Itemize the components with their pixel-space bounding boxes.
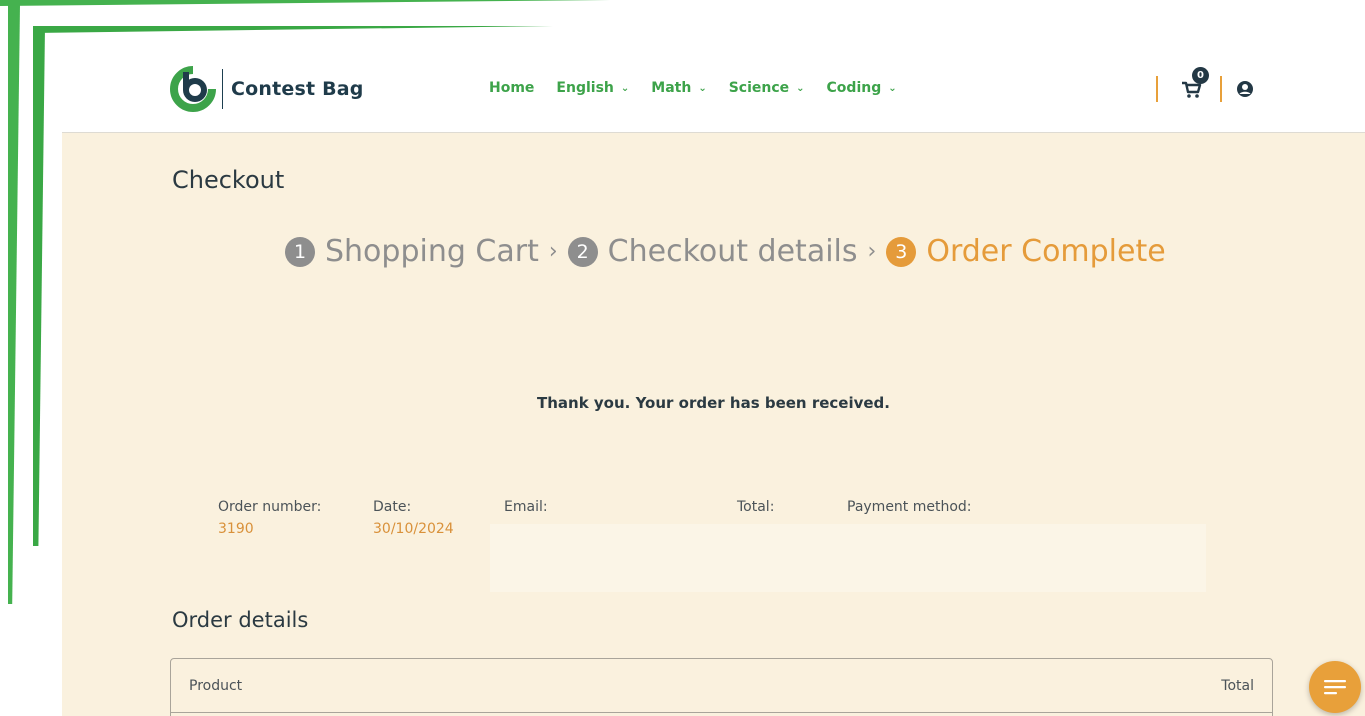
frame-stroke-left-inner: [33, 26, 45, 546]
frame-stroke-top-outer: [0, 0, 610, 6]
thank-you-message: Thank you. Your order has been received.: [536, 394, 890, 412]
logo-separator: [222, 69, 223, 109]
chevron-down-icon: ⌄: [796, 82, 805, 94]
order-total-label: Total:: [737, 499, 775, 515]
checkout-steps: 1 Shopping Cart › 2 Checkout details › 3…: [285, 234, 1166, 269]
logo-mark-icon: [170, 66, 216, 112]
order-details-title: Order details: [172, 608, 309, 632]
step-separator-icon: ›: [867, 239, 877, 264]
step-separator-icon: ›: [548, 239, 558, 264]
main-nav: Home English ⌄ Math ⌄ Science ⌄ Coding ⌄: [489, 80, 919, 96]
column-header-product: Product: [189, 677, 243, 694]
header-actions: 0: [1156, 67, 1254, 102]
frame-stroke-left-outer: [8, 4, 20, 604]
cart-button[interactable]: 0: [1180, 67, 1209, 101]
frame-stroke-top-inner: [33, 26, 553, 33]
step-label: Checkout details: [607, 234, 858, 269]
step-label: Shopping Cart: [325, 234, 539, 269]
site-window: Contest Bag Home English ⌄ Math ⌄ Science ⌄…: [62, 40, 1365, 716]
redacted-order-info: [490, 524, 1206, 592]
menu-lines-icon: [1324, 680, 1346, 695]
order-number-field: Order number: 3190: [218, 499, 373, 537]
nav-item-science[interactable]: Science ⌄: [729, 80, 805, 96]
nav-label: Math: [651, 80, 692, 96]
nav-label: Coding: [826, 80, 882, 96]
order-date-field: Date: 30/10/2024: [373, 499, 504, 537]
nav-label: Home: [489, 80, 535, 96]
order-date-value: 30/10/2024: [373, 521, 454, 537]
order-number-value: 3190: [218, 521, 254, 537]
site-header: Contest Bag Home English ⌄ Math ⌄ Science ⌄…: [62, 40, 1365, 133]
step-label: Order Complete: [926, 234, 1166, 269]
table-header-row: Product Total: [171, 659, 1272, 713]
step-checkout-details[interactable]: 2 Checkout details: [567, 234, 858, 269]
chevron-down-icon: ⌄: [620, 82, 630, 94]
nav-item-math[interactable]: Math ⌄: [651, 80, 706, 96]
nav-label: Science: [728, 80, 790, 96]
brand-name: Contest Bag: [231, 78, 364, 100]
order-email-label: Email:: [504, 499, 548, 515]
order-details-table: Product Total: [170, 658, 1273, 716]
chevron-down-icon: ⌄: [698, 82, 707, 94]
step-number: 1: [285, 236, 315, 267]
order-date-label: Date:: [373, 499, 412, 515]
header-divider: [1156, 76, 1158, 102]
chevron-down-icon: ⌄: [888, 82, 897, 94]
nav-item-english[interactable]: English ⌄: [556, 80, 629, 96]
user-icon[interactable]: [1236, 80, 1254, 98]
payment-method-label: Payment method:: [847, 499, 972, 515]
cart-count-badge: 0: [1192, 67, 1209, 84]
nav-item-coding[interactable]: Coding ⌄: [827, 80, 897, 96]
menu-fab-button[interactable]: [1309, 661, 1361, 713]
nav-item-home[interactable]: Home: [489, 80, 534, 96]
column-header-total: Total: [1221, 677, 1254, 694]
order-number-label: Order number:: [218, 499, 322, 515]
step-number: 2: [567, 236, 598, 267]
step-number: 3: [886, 236, 917, 267]
header-divider: [1220, 76, 1222, 102]
step-shopping-cart[interactable]: 1 Shopping Cart: [285, 234, 539, 269]
logo[interactable]: Contest Bag: [170, 66, 364, 112]
nav-label: English: [556, 80, 614, 96]
step-order-complete: 3 Order Complete: [886, 234, 1166, 269]
page-title: Checkout: [172, 166, 285, 194]
